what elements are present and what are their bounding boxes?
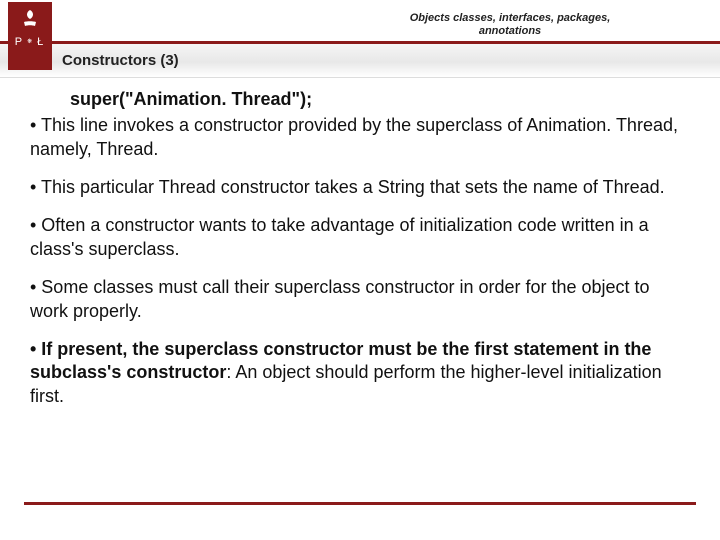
bullet-2: • This particular Thread constructor tak… [30,176,690,200]
header-title-line1: Objects classes, interfaces, packages, [380,12,640,25]
header-title: Objects classes, interfaces, packages, a… [380,12,640,38]
bullet-4: • Some classes must call their superclas… [30,276,690,324]
slide-subheader: Constructors (3) [0,44,720,78]
logo-letter-right: Ł [37,36,45,48]
university-logo: P ❋ Ł [8,2,52,70]
logo-dot-icon: ❋ [27,39,34,45]
bullet-3: • Often a constructor wants to take adva… [30,214,690,262]
header-title-line2: annotations [380,25,640,38]
logo-ornament-icon [21,8,39,30]
logo-letters: P ❋ Ł [15,36,46,48]
footer-divider [24,502,696,505]
bullet-5: • If present, the superclass constructor… [30,338,690,410]
logo-letter-left: P [15,36,24,48]
slide-content: super("Animation. Thread"); • This line … [0,78,720,433]
bullet-1: • This line invokes a constructor provid… [30,114,690,162]
section-title: Constructors (3) [62,52,179,69]
code-line: super("Animation. Thread"); [70,88,690,112]
slide-header: P ❋ Ł Objects classes, interfaces, packa… [0,0,720,44]
